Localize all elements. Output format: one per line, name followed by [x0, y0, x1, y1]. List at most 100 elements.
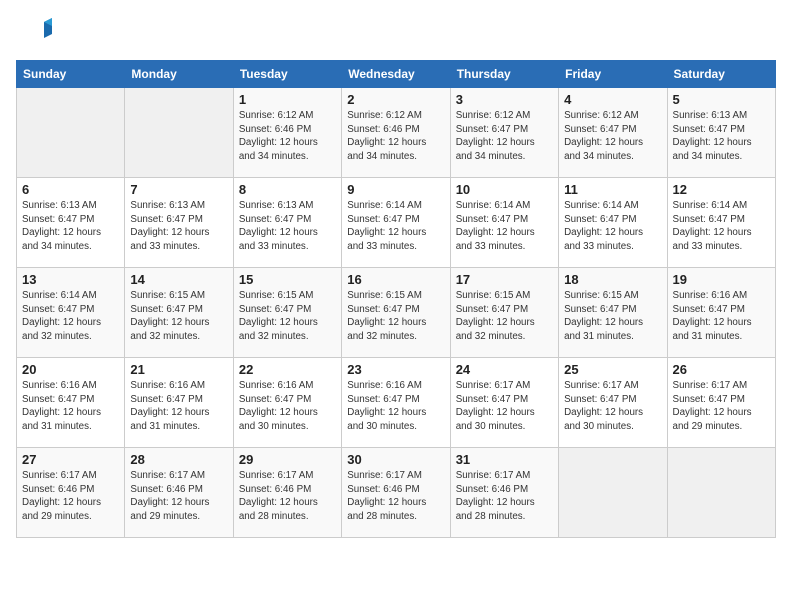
day-header-thursday: Thursday [450, 61, 558, 88]
day-number: 22 [239, 362, 336, 377]
day-detail: Sunrise: 6:13 AM Sunset: 6:47 PM Dayligh… [130, 199, 227, 254]
day-detail: Sunrise: 6:17 AM Sunset: 6:47 PM Dayligh… [456, 379, 553, 434]
day-number: 7 [130, 182, 227, 197]
day-number: 28 [130, 452, 227, 467]
calendar-cell: 28 Sunrise: 6:17 AM Sunset: 6:46 PM Dayli… [125, 448, 233, 538]
calendar-cell: 5Sunrise: 6:13 AM Sunset: 6:47 PM Daylig… [667, 88, 775, 178]
day-number: 27 [22, 452, 119, 467]
calendar-cell: 13 Sunrise: 6:14 AM Sunset: 6:47 PM Dayli… [17, 268, 125, 358]
day-detail: Sunrise: 6:17 AM Sunset: 6:47 PM Dayligh… [564, 379, 661, 434]
day-detail: Sunrise: 6:15 AM Sunset: 6:47 PM Dayligh… [347, 289, 444, 344]
calendar-cell: 27 Sunrise: 6:17 AM Sunset: 6:46 PM Dayli… [17, 448, 125, 538]
calendar-cell: 10Sunrise: 6:14 AM Sunset: 6:47 PM Dayli… [450, 178, 558, 268]
day-header-wednesday: Wednesday [342, 61, 450, 88]
day-number: 9 [347, 182, 444, 197]
day-detail: Sunrise: 6:13 AM Sunset: 6:47 PM Dayligh… [239, 199, 336, 254]
logo-icon [16, 16, 52, 52]
calendar-cell: 1 Sunrise: 6:12 AM Sunset: 6:46 PM Daylig… [233, 88, 341, 178]
day-detail: Sunrise: 6:16 AM Sunset: 6:47 PM Dayligh… [239, 379, 336, 434]
day-header-tuesday: Tuesday [233, 61, 341, 88]
calendar-cell: 3 Sunrise: 6:12 AM Sunset: 6:47 PM Daylig… [450, 88, 558, 178]
day-number: 30 [347, 452, 444, 467]
calendar-cell: 29 Sunrise: 6:17 AM Sunset: 6:46 PM Dayli… [233, 448, 341, 538]
calendar-cell: 24 Sunrise: 6:17 AM Sunset: 6:47 PM Dayli… [450, 358, 558, 448]
calendar-header-row: SundayMondayTuesdayWednesdayThursdayFrid… [17, 61, 776, 88]
calendar-cell: 23 Sunrise: 6:16 AM Sunset: 6:47 PM Dayli… [342, 358, 450, 448]
day-detail: Sunrise: 6:13 AM Sunset: 6:47 PM Dayligh… [22, 199, 119, 254]
logo [16, 16, 56, 52]
calendar-cell: 19Sunrise: 6:16 AM Sunset: 6:47 PM Dayli… [667, 268, 775, 358]
calendar-cell: 17 Sunrise: 6:15 AM Sunset: 6:47 PM Dayli… [450, 268, 558, 358]
day-detail: Sunrise: 6:12 AM Sunset: 6:47 PM Dayligh… [456, 109, 553, 164]
calendar-cell: 7 Sunrise: 6:13 AM Sunset: 6:47 PM Daylig… [125, 178, 233, 268]
day-number: 16 [347, 272, 444, 287]
day-header-saturday: Saturday [667, 61, 775, 88]
calendar-cell [667, 448, 775, 538]
calendar-cell: 2Sunrise: 6:12 AM Sunset: 6:46 PM Daylig… [342, 88, 450, 178]
day-number: 15 [239, 272, 336, 287]
calendar-cell [125, 88, 233, 178]
day-detail: Sunrise: 6:12 AM Sunset: 6:47 PM Dayligh… [564, 109, 661, 164]
calendar-cell: 25 Sunrise: 6:17 AM Sunset: 6:47 PM Dayli… [559, 358, 667, 448]
day-number: 3 [456, 92, 553, 107]
calendar-cell: 12 Sunrise: 6:14 AM Sunset: 6:47 PM Dayli… [667, 178, 775, 268]
day-number: 14 [130, 272, 227, 287]
day-detail: Sunrise: 6:16 AM Sunset: 6:47 PM Dayligh… [22, 379, 119, 434]
day-detail: Sunrise: 6:17 AM Sunset: 6:46 PM Dayligh… [22, 469, 119, 524]
calendar-cell: 21Sunrise: 6:16 AM Sunset: 6:47 PM Dayli… [125, 358, 233, 448]
calendar-cell: 14 Sunrise: 6:15 AM Sunset: 6:47 PM Dayli… [125, 268, 233, 358]
day-detail: Sunrise: 6:17 AM Sunset: 6:47 PM Dayligh… [673, 379, 770, 434]
day-detail: Sunrise: 6:17 AM Sunset: 6:46 PM Dayligh… [130, 469, 227, 524]
day-number: 24 [456, 362, 553, 377]
day-header-sunday: Sunday [17, 61, 125, 88]
day-number: 4 [564, 92, 661, 107]
day-detail: Sunrise: 6:14 AM Sunset: 6:47 PM Dayligh… [456, 199, 553, 254]
day-detail: Sunrise: 6:14 AM Sunset: 6:47 PM Dayligh… [673, 199, 770, 254]
calendar-cell: 11 Sunrise: 6:14 AM Sunset: 6:47 PM Dayli… [559, 178, 667, 268]
day-header-monday: Monday [125, 61, 233, 88]
day-number: 2 [347, 92, 444, 107]
day-number: 18 [564, 272, 661, 287]
day-detail: Sunrise: 6:14 AM Sunset: 6:47 PM Dayligh… [347, 199, 444, 254]
calendar-cell: 31Sunrise: 6:17 AM Sunset: 6:46 PM Dayli… [450, 448, 558, 538]
day-number: 13 [22, 272, 119, 287]
calendar-week-row: 27 Sunrise: 6:17 AM Sunset: 6:46 PM Dayli… [17, 448, 776, 538]
calendar-cell [559, 448, 667, 538]
day-number: 12 [673, 182, 770, 197]
day-detail: Sunrise: 6:15 AM Sunset: 6:47 PM Dayligh… [456, 289, 553, 344]
calendar-week-row: 20 Sunrise: 6:16 AM Sunset: 6:47 PM Dayli… [17, 358, 776, 448]
calendar-week-row: 1 Sunrise: 6:12 AM Sunset: 6:46 PM Daylig… [17, 88, 776, 178]
calendar-cell: 22 Sunrise: 6:16 AM Sunset: 6:47 PM Dayli… [233, 358, 341, 448]
day-number: 11 [564, 182, 661, 197]
day-detail: Sunrise: 6:16 AM Sunset: 6:47 PM Dayligh… [673, 289, 770, 344]
day-detail: Sunrise: 6:14 AM Sunset: 6:47 PM Dayligh… [22, 289, 119, 344]
calendar-cell: 15Sunrise: 6:15 AM Sunset: 6:47 PM Dayli… [233, 268, 341, 358]
day-detail: Sunrise: 6:12 AM Sunset: 6:46 PM Dayligh… [239, 109, 336, 164]
calendar-cell: 30 Sunrise: 6:17 AM Sunset: 6:46 PM Dayli… [342, 448, 450, 538]
day-number: 25 [564, 362, 661, 377]
calendar-cell: 4 Sunrise: 6:12 AM Sunset: 6:47 PM Daylig… [559, 88, 667, 178]
day-header-friday: Friday [559, 61, 667, 88]
calendar-cell [17, 88, 125, 178]
day-detail: Sunrise: 6:17 AM Sunset: 6:46 PM Dayligh… [239, 469, 336, 524]
day-number: 29 [239, 452, 336, 467]
day-number: 6 [22, 182, 119, 197]
day-number: 17 [456, 272, 553, 287]
day-detail: Sunrise: 6:16 AM Sunset: 6:47 PM Dayligh… [347, 379, 444, 434]
day-detail: Sunrise: 6:14 AM Sunset: 6:47 PM Dayligh… [564, 199, 661, 254]
calendar-cell: 9 Sunrise: 6:14 AM Sunset: 6:47 PM Daylig… [342, 178, 450, 268]
day-number: 1 [239, 92, 336, 107]
calendar-cell: 26 Sunrise: 6:17 AM Sunset: 6:47 PM Dayli… [667, 358, 775, 448]
day-detail: Sunrise: 6:15 AM Sunset: 6:47 PM Dayligh… [564, 289, 661, 344]
day-number: 8 [239, 182, 336, 197]
calendar-cell: 20 Sunrise: 6:16 AM Sunset: 6:47 PM Dayli… [17, 358, 125, 448]
day-number: 26 [673, 362, 770, 377]
calendar-week-row: 6 Sunrise: 6:13 AM Sunset: 6:47 PM Daylig… [17, 178, 776, 268]
day-number: 20 [22, 362, 119, 377]
day-detail: Sunrise: 6:17 AM Sunset: 6:46 PM Dayligh… [456, 469, 553, 524]
day-detail: Sunrise: 6:15 AM Sunset: 6:47 PM Dayligh… [130, 289, 227, 344]
day-number: 5 [673, 92, 770, 107]
page-header [16, 16, 776, 52]
day-detail: Sunrise: 6:17 AM Sunset: 6:46 PM Dayligh… [347, 469, 444, 524]
day-number: 23 [347, 362, 444, 377]
